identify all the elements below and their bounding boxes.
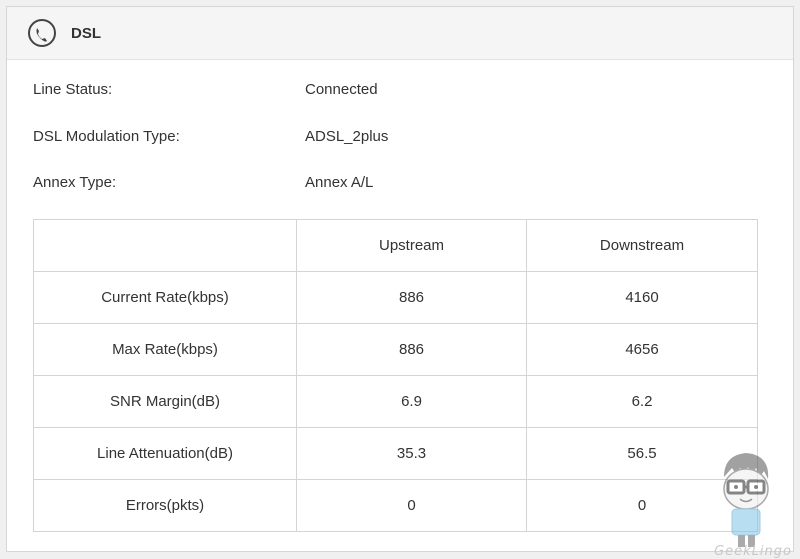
info-label: DSL Modulation Type: <box>33 127 180 145</box>
upstream-value: 886 <box>296 271 527 324</box>
dsl-panel: DSL Line Status: Connected DSL Modulatio… <box>6 6 794 552</box>
downstream-value: 4656 <box>526 323 758 376</box>
table-row: Current Rate(kbps) 886 4160 <box>33 271 758 324</box>
info-value: Connected <box>305 81 378 98</box>
row-label: Errors(pkts) <box>33 479 297 532</box>
table-row: SNR Margin(dB) 6.9 6.2 <box>33 375 758 428</box>
upstream-value: 0 <box>296 479 527 532</box>
upstream-value: 886 <box>296 323 527 376</box>
panel-header: DSL <box>7 7 793 60</box>
info-row-annex: Annex Type: Annex A/L <box>33 174 388 221</box>
geeklingo-watermark: GeekLingo <box>714 544 792 559</box>
table-row: Line Attenuation(dB) 35.3 56.5 <box>33 427 758 480</box>
geeklingo-mascot-logo <box>700 443 792 551</box>
row-label: Line Attenuation(dB) <box>33 427 297 480</box>
table-row: Errors(pkts) 0 0 <box>33 479 758 532</box>
column-header-downstream: Downstream <box>526 219 758 272</box>
row-label: Current Rate(kbps) <box>33 271 297 324</box>
row-label: SNR Margin(dB) <box>33 375 297 428</box>
column-header <box>33 219 297 272</box>
panel-title: DSL <box>71 24 101 42</box>
row-label: Max Rate(kbps) <box>33 323 297 376</box>
dsl-phone-icon <box>27 18 57 48</box>
downstream-value: 6.2 <box>526 375 758 428</box>
info-row-modulation: DSL Modulation Type: ADSL_2plus <box>33 128 388 175</box>
info-row-line-status: Line Status: Connected <box>33 81 388 128</box>
table-row: Max Rate(kbps) 886 4656 <box>33 323 758 376</box>
info-list: Line Status: Connected DSL Modulation Ty… <box>33 81 388 221</box>
column-header-upstream: Upstream <box>296 219 527 272</box>
info-value: Annex A/L <box>305 174 374 191</box>
downstream-value: 4160 <box>526 271 758 324</box>
upstream-value: 6.9 <box>296 375 527 428</box>
upstream-value: 35.3 <box>296 427 527 480</box>
dsl-stats-table: Upstream Downstream Current Rate(kbps) 8… <box>33 219 758 532</box>
table-header-row: Upstream Downstream <box>33 219 758 272</box>
info-label: Line Status: <box>33 81 113 98</box>
info-value: ADSL_2plus <box>305 127 389 145</box>
info-label: Annex Type: <box>33 174 117 191</box>
